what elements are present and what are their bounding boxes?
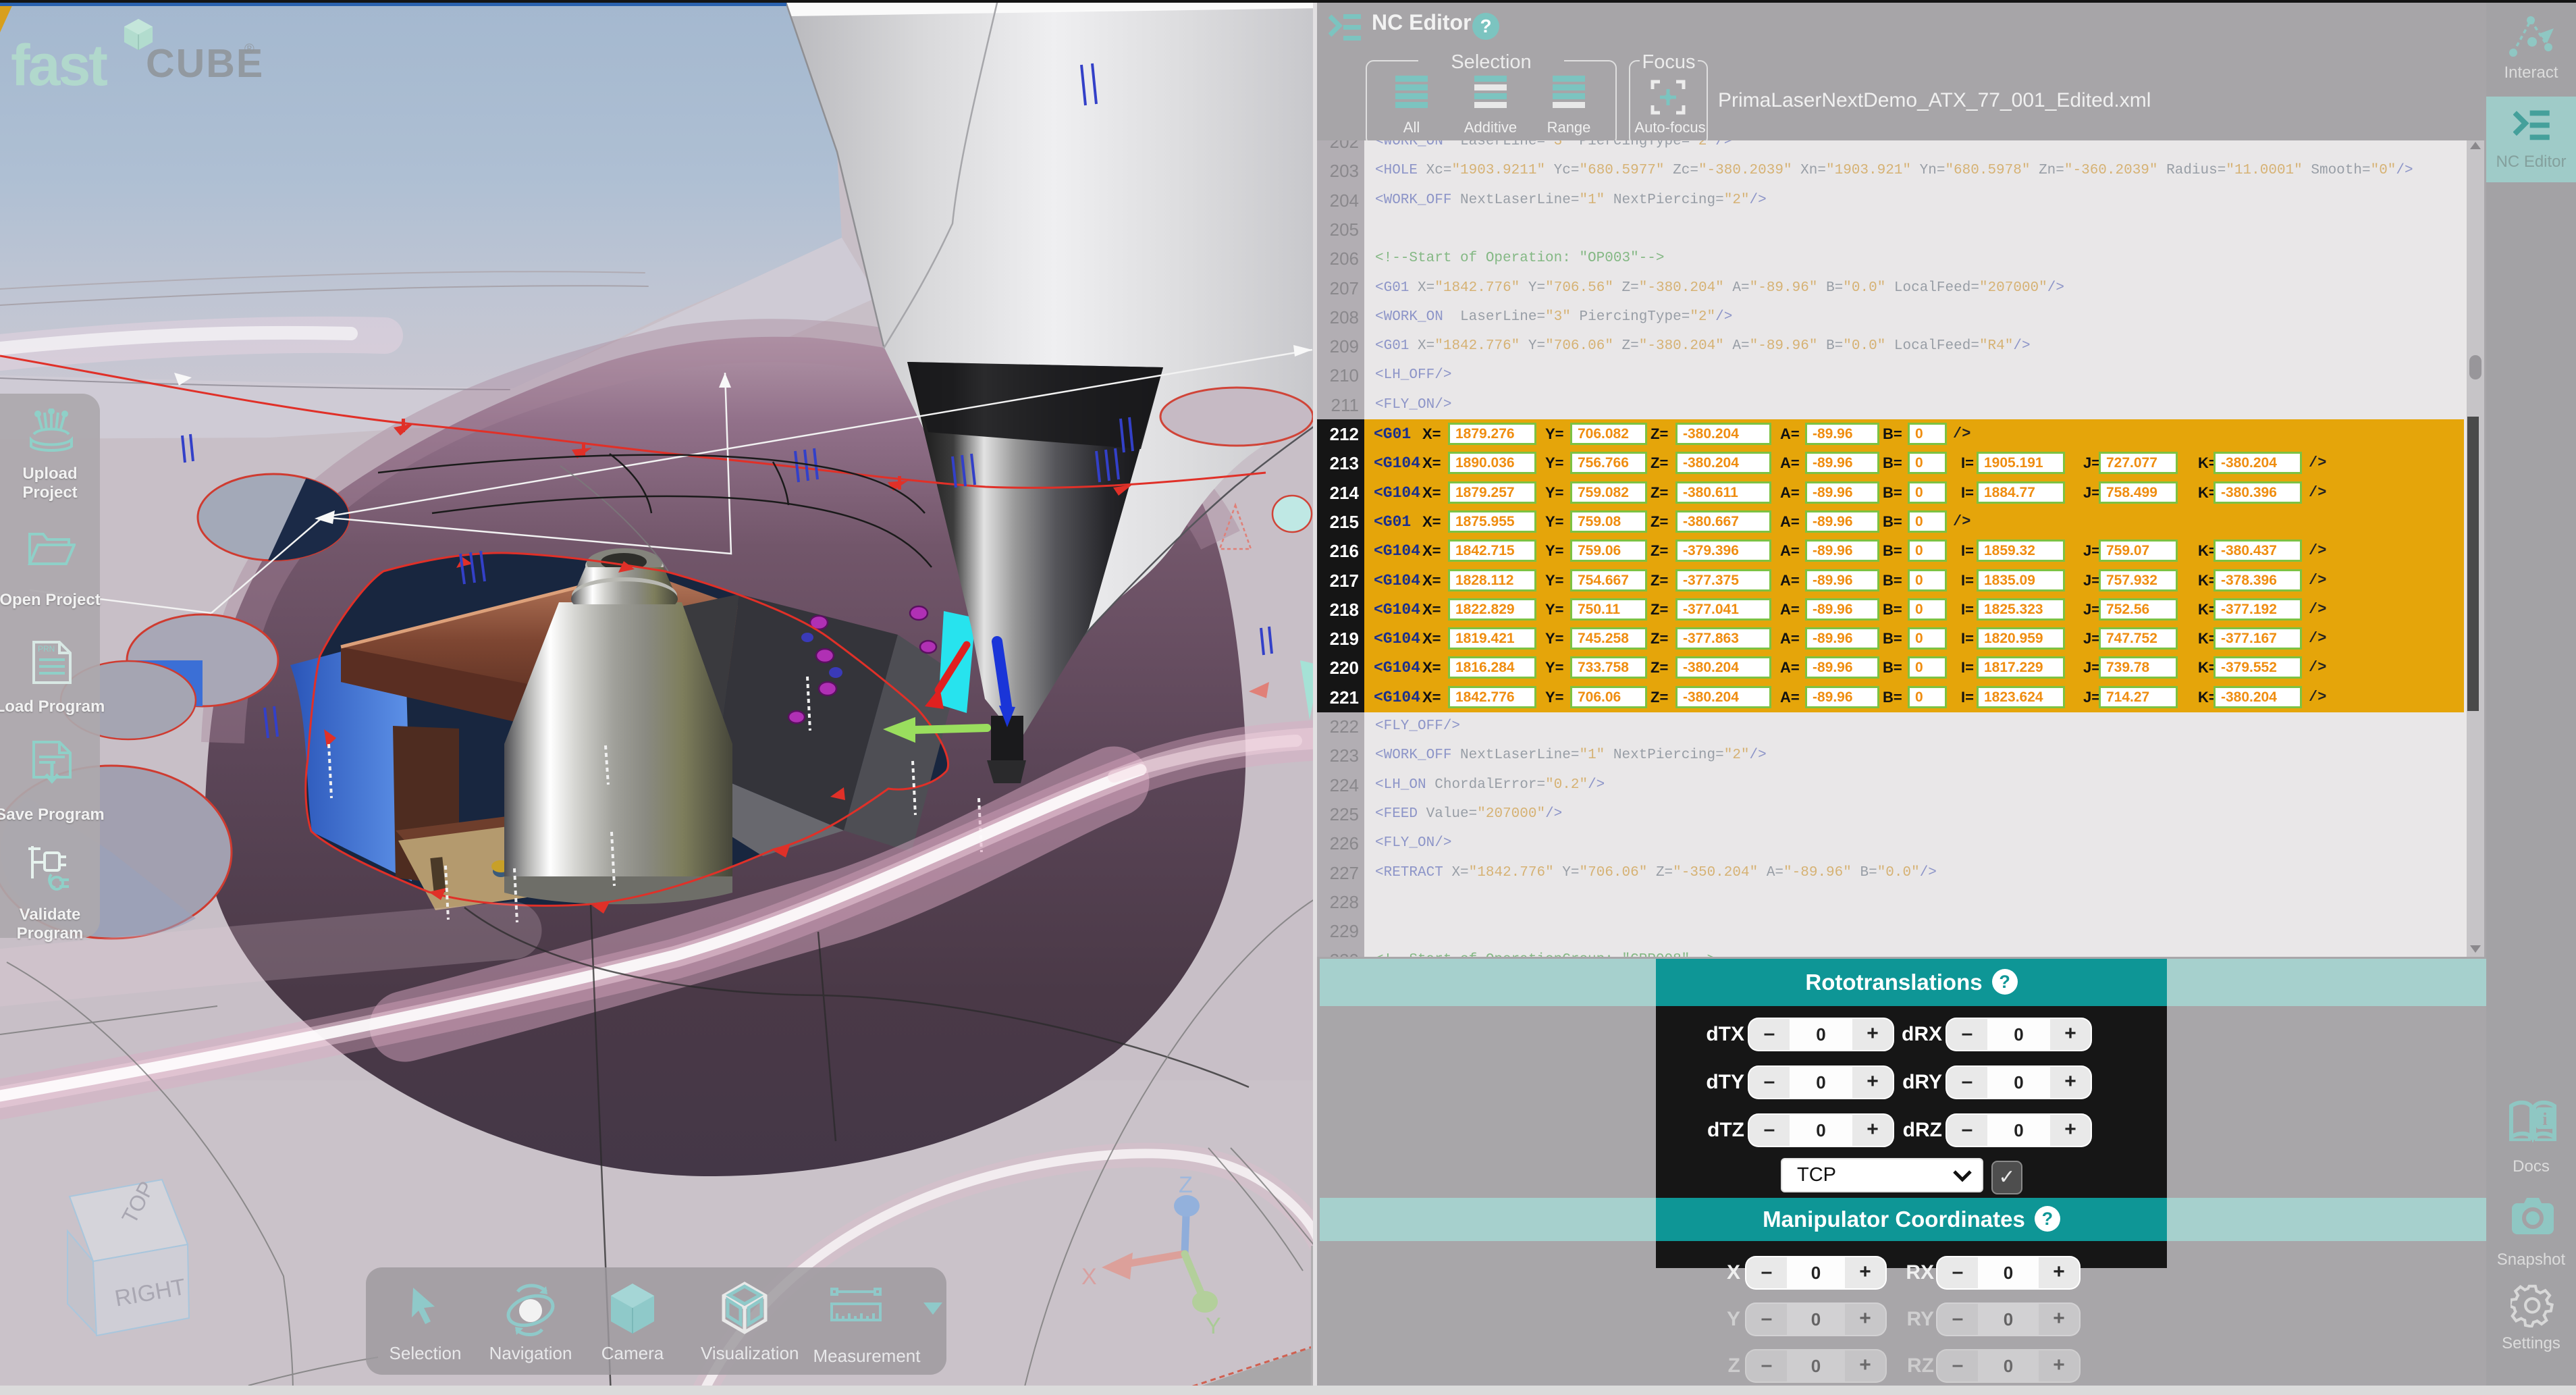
svg-text:i: i <box>2542 1109 2547 1129</box>
svg-text:Z: Z <box>1179 1172 1193 1198</box>
svg-text:X: X <box>1081 1264 1097 1290</box>
svg-text:Y: Y <box>1206 1313 1221 1339</box>
svg-text:PRN: PRN <box>38 644 55 654</box>
